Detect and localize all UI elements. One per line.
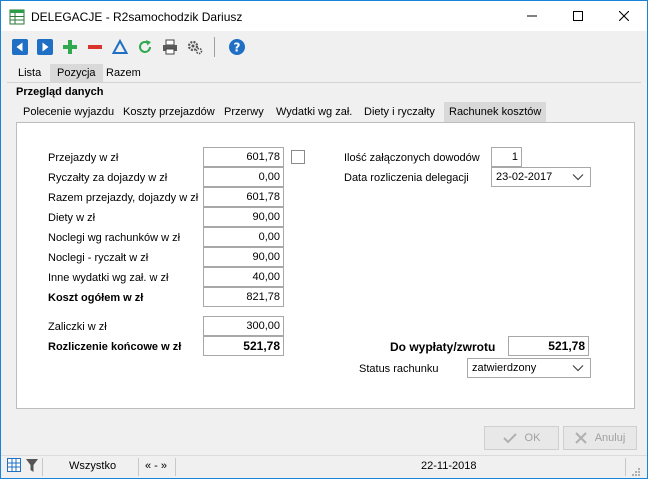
filter-triangle-icon (112, 39, 128, 54)
cancel-button[interactable]: Anuluj (563, 426, 637, 450)
prev-record-button[interactable] (11, 38, 29, 56)
print-icon (163, 39, 177, 55)
settings-icon (187, 40, 203, 55)
window-title: DELEGACJE - R2samochodzik Dariusz (31, 10, 243, 24)
cancel-x-icon (574, 432, 587, 444)
razem-label: Razem przejazdy, dojazdy w zł (48, 192, 199, 204)
data-rozliczenia-value: 23-02-2017 (496, 171, 553, 183)
koszt-ogolem-label: Koszt ogółem w zł (48, 292, 144, 304)
next-record-button[interactable] (36, 38, 54, 56)
toolbar: ? (1, 31, 647, 63)
inne-wydatki-label: Inne wydatki wg zał. w zł (48, 272, 169, 284)
status-rachunku-value: zatwierdzony (472, 362, 537, 374)
status-rachunku-select[interactable]: zatwierdzony (467, 358, 591, 378)
status-divider (42, 458, 43, 476)
settings-button[interactable] (186, 38, 204, 56)
checkmark-icon (502, 433, 517, 444)
help-button[interactable]: ? (228, 38, 246, 56)
noclegi-ryczalt-value: 90,00 (203, 247, 284, 267)
tab-razem[interactable]: Razem (99, 64, 148, 82)
funnel-icon (26, 459, 38, 472)
grid-view-button[interactable] (7, 458, 21, 479)
add-button[interactable] (61, 38, 79, 56)
svg-text:?: ? (234, 41, 241, 55)
ilosc-dowodow-input[interactable]: 1 (491, 147, 522, 167)
tab-przerwy[interactable]: Przerwy (219, 102, 269, 122)
data-rozliczenia-label: Data rozliczenia delegacji (344, 172, 469, 184)
do-wyplaty-value: 521,78 (508, 336, 589, 356)
noclegi-rachunki-value: 0,00 (203, 227, 284, 247)
refresh-button[interactable] (136, 38, 154, 56)
przejazdy-label: Przejazdy w zł (48, 152, 119, 164)
app-table-icon (9, 9, 25, 25)
refresh-icon (139, 40, 151, 53)
ryczalty-value: 0,00 (203, 167, 284, 187)
group-title: Przegląd danych (16, 86, 104, 98)
tab-lista[interactable]: Lista (11, 64, 48, 82)
minimize-icon (527, 15, 537, 17)
rozliczenie-value: 521,78 (203, 336, 284, 356)
razem-value: 601,78 (203, 187, 284, 207)
status-divider (625, 458, 626, 476)
tab-diety-ryczalty[interactable]: Diety i ryczałty (359, 102, 440, 122)
chevron-down-icon (572, 365, 584, 372)
status-filter: Wszystko (69, 460, 117, 472)
minimize-button[interactable] (509, 1, 555, 31)
maximize-button[interactable] (555, 1, 601, 31)
tab-strip-line (7, 82, 641, 83)
status-divider (138, 458, 139, 476)
status-navigation[interactable]: « - » (145, 456, 167, 478)
tab-polecenie-wyjazdu[interactable]: Polecenie wyjazdu (18, 102, 119, 122)
delegacje-window: DELEGACJE - R2samochodzik Dariusz ? List… (0, 0, 648, 479)
close-icon (619, 11, 629, 21)
diety-value: 90,00 (203, 207, 284, 227)
zaliczki-value: 300,00 (203, 316, 284, 336)
ok-label: OK (524, 432, 541, 444)
inne-wydatki-value: 40,00 (203, 267, 284, 287)
add-icon (63, 40, 77, 54)
resize-grip-icon (632, 468, 640, 476)
resize-grip[interactable] (631, 464, 641, 479)
toolbar-separator (214, 37, 215, 57)
status-bar: Wszystko « - » 22-11-2018 (1, 455, 647, 478)
tab-wydatki[interactable]: Wydatki wg zał. (271, 102, 357, 122)
przejazdy-value: 601,78 (203, 147, 284, 167)
data-rozliczenia-picker[interactable]: 23-02-2017 (491, 167, 591, 187)
status-date: 22-11-2018 (421, 460, 477, 472)
ok-button[interactable]: OK (484, 426, 559, 450)
funnel-filter-button[interactable] (26, 459, 38, 479)
delete-button[interactable] (86, 38, 104, 56)
grid-view-icon (7, 458, 21, 472)
help-icon: ? (229, 39, 245, 55)
delete-icon (88, 45, 102, 49)
tab-rachunek-kosztow[interactable]: Rachunek kosztów (444, 102, 547, 122)
status-divider (175, 458, 176, 476)
diety-label: Diety w zł (48, 212, 96, 224)
maximize-icon (573, 11, 583, 21)
status-rachunku-label: Status rachunku (359, 363, 439, 375)
print-button[interactable] (161, 38, 179, 56)
close-button[interactable] (601, 1, 647, 31)
rozliczenie-label: Rozliczenie końcowe w zł (48, 341, 182, 353)
zaliczki-label: Zaliczki w zł (48, 321, 107, 333)
koszt-ogolem-value: 821,78 (203, 287, 284, 307)
ryczalty-label: Ryczałty za dojazdy w zł (48, 172, 168, 184)
noclegi-rachunki-label: Noclegi wg rachunków w zł (48, 232, 181, 244)
chevron-down-icon (572, 174, 584, 181)
tab-pozycja[interactable]: Pozycja (50, 64, 103, 82)
next-arrow-icon (37, 39, 53, 55)
cancel-label: Anuluj (594, 432, 626, 444)
prev-arrow-icon (12, 39, 28, 55)
do-wyplaty-label: Do wypłaty/zwrotu (390, 340, 496, 354)
noclegi-ryczalt-label: Noclegi - ryczałt w zł (48, 252, 149, 264)
ilosc-dowodow-label: Ilość załączonych dowodów (344, 152, 480, 164)
title-bar: DELEGACJE - R2samochodzik Dariusz (1, 1, 647, 31)
tab-koszty-przejazdow[interactable]: Koszty przejazdów (118, 102, 220, 122)
filter-button[interactable] (111, 38, 129, 56)
przejazdy-checkbox[interactable] (291, 150, 305, 164)
